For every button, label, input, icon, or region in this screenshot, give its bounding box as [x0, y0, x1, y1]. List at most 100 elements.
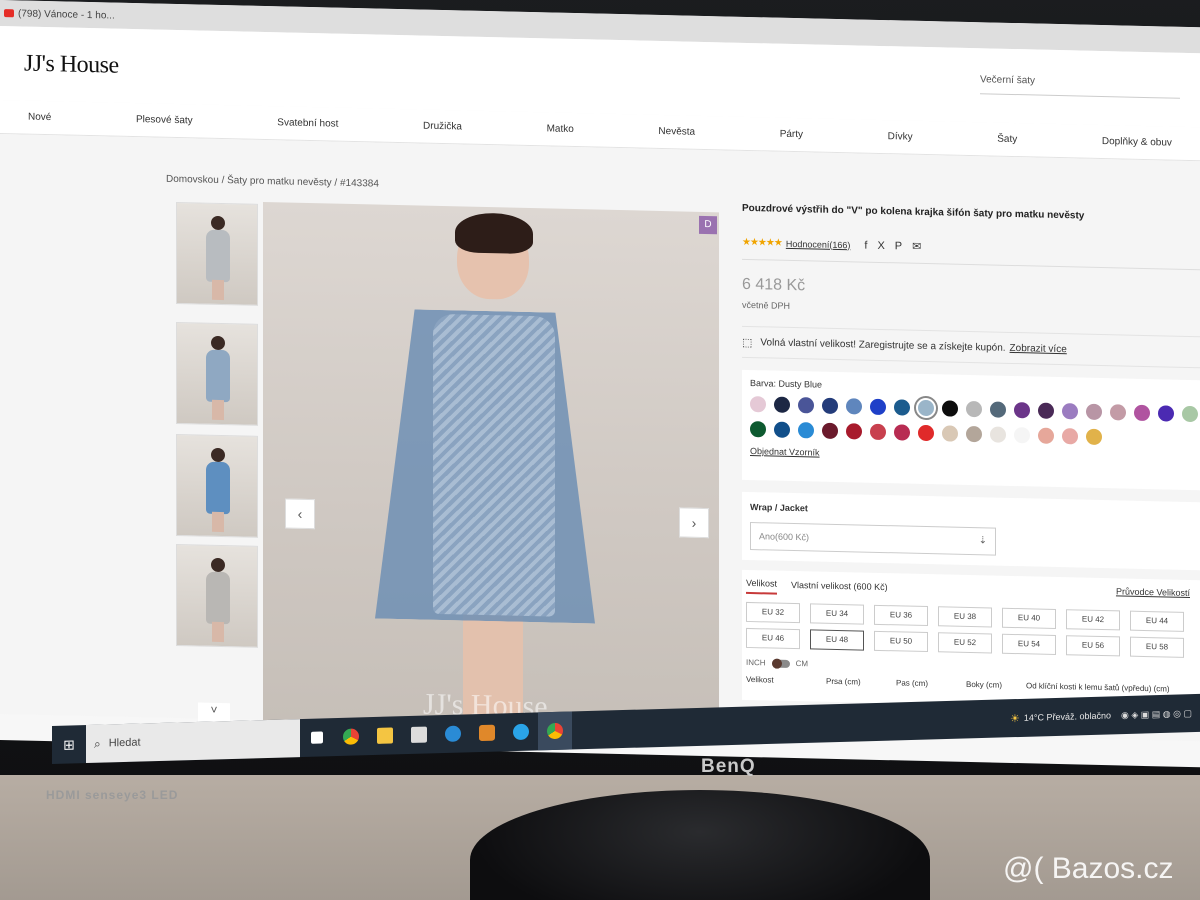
nav-item[interactable]: Nové	[28, 112, 51, 124]
color-swatch[interactable]	[894, 424, 910, 441]
color-swatch[interactable]	[822, 397, 838, 415]
color-swatch[interactable]	[798, 397, 814, 414]
color-swatch[interactable]	[914, 395, 938, 421]
color-swatch[interactable]	[966, 400, 982, 418]
color-swatch[interactable]	[1062, 428, 1078, 445]
size-button[interactable]: EU 58	[1130, 636, 1184, 658]
store-icon[interactable]	[402, 715, 436, 754]
nav-item[interactable]: Šaty	[997, 134, 1017, 145]
system-tray-icons[interactable]: ◉ ◈ ▣ ▤ ◍ ◎ ▢	[1121, 708, 1192, 721]
weather-widget[interactable]: ☀ 14°C Převáž. oblačno ◉ ◈ ▣ ▤ ◍ ◎ ▢	[1010, 706, 1200, 725]
x-icon[interactable]: X	[877, 239, 884, 251]
color-swatch[interactable]	[894, 399, 910, 416]
weather-text: 14°C Převáž. oblačno	[1023, 710, 1111, 723]
size-button[interactable]: EU 40	[1002, 607, 1056, 629]
promo-link[interactable]: Zobrazit více	[1010, 342, 1067, 354]
size-button[interactable]: EU 46	[746, 627, 800, 650]
color-swatch[interactable]	[750, 421, 766, 438]
color-swatch[interactable]	[1158, 405, 1174, 422]
chrome-icon[interactable]	[334, 717, 368, 756]
color-swatch[interactable]	[774, 396, 790, 413]
color-swatch[interactable]	[1182, 405, 1198, 423]
size-guide-link[interactable]: Průvodce Velikostí	[1116, 586, 1190, 598]
nav-item[interactable]: Matko	[547, 123, 574, 135]
edge-icon[interactable]	[436, 714, 470, 753]
email-icon[interactable]: ✉	[912, 240, 921, 253]
unit-inch[interactable]: INCH	[746, 658, 766, 667]
ie-icon[interactable]	[504, 712, 538, 751]
product-main-image[interactable]: ‹ › D JJ's House	[263, 201, 719, 733]
bazos-watermark: @( Bazos.cz	[1003, 852, 1174, 885]
task-view-icon[interactable]	[300, 718, 334, 757]
color-swatch[interactable]	[1086, 403, 1102, 421]
color-swatch[interactable]	[990, 401, 1006, 418]
color-swatch[interactable]	[990, 426, 1006, 443]
nav-item[interactable]: Nevěsta	[658, 126, 695, 138]
chevron-down-icon[interactable]: ˅	[198, 702, 230, 724]
color-swatch[interactable]	[870, 423, 886, 441]
thumbnail[interactable]	[176, 201, 258, 306]
color-swatch[interactable]	[1014, 427, 1030, 444]
size-button[interactable]: EU 54	[1002, 633, 1056, 655]
facebook-icon[interactable]: f	[864, 239, 867, 251]
tab-size[interactable]: Velikost	[746, 577, 778, 595]
thumbnail[interactable]	[176, 433, 258, 538]
browser-tab-title[interactable]: (798) Vánoce - 1 ho...	[18, 8, 115, 21]
color-swatch[interactable]	[966, 425, 982, 443]
color-swatch[interactable]	[1038, 402, 1054, 419]
color-swatch[interactable]	[1110, 404, 1126, 421]
nav-item[interactable]: Párty	[780, 129, 803, 141]
search-input[interactable]: Večerní šaty	[980, 66, 1180, 99]
unit-cm[interactable]: CM	[796, 659, 808, 668]
size-button[interactable]: EU 50	[874, 630, 928, 653]
color-swatch[interactable]	[822, 422, 838, 440]
nav-item[interactable]: Družička	[423, 121, 462, 133]
nav-item[interactable]: Doplňky & obuv	[1102, 136, 1172, 149]
nav-item[interactable]: Svatební host	[277, 117, 338, 129]
size-button[interactable]: EU 32	[746, 601, 800, 624]
color-swatch[interactable]	[1014, 402, 1030, 419]
size-button[interactable]: EU 36	[874, 604, 928, 627]
col-header: Velikost	[746, 674, 774, 685]
pinterest-icon[interactable]: P	[895, 240, 902, 252]
size-button[interactable]: EU 52	[938, 632, 992, 654]
color-swatch[interactable]	[750, 396, 766, 413]
thumbnail[interactable]	[176, 543, 258, 648]
color-swatch[interactable]	[846, 398, 862, 415]
size-button[interactable]: EU 44	[1130, 610, 1184, 632]
media-player-icon[interactable]	[470, 713, 504, 752]
color-swatch[interactable]	[870, 398, 886, 416]
windows-start-icon[interactable]: ⊞	[52, 725, 86, 764]
site-logo[interactable]: JJ's House	[24, 50, 119, 79]
size-button[interactable]: EU 38	[938, 606, 992, 628]
color-swatch[interactable]	[918, 424, 934, 442]
tab-custom-size[interactable]: Vlastní velikost (600 Kč)	[791, 580, 888, 596]
unit-toggle[interactable]	[771, 659, 790, 668]
chevron-left-icon[interactable]: ‹	[285, 498, 315, 530]
color-swatch[interactable]	[942, 400, 958, 417]
nav-item[interactable]: Plesové šaty	[136, 114, 193, 126]
color-swatch[interactable]	[942, 425, 958, 442]
color-swatch[interactable]	[1134, 404, 1150, 422]
color-swatch[interactable]	[846, 423, 862, 440]
size-table-header: Velikost Prsa (cm) Pas (cm) Boky (cm) Od…	[746, 675, 1196, 694]
reviews-link[interactable]: Hodnocení(166)	[786, 238, 851, 249]
taskbar-search[interactable]: ⌕ Hledat	[86, 719, 300, 764]
chrome-active-icon[interactable]	[538, 711, 572, 751]
size-button[interactable]: EU 34	[810, 603, 864, 625]
color-swatch[interactable]	[1038, 427, 1054, 444]
chevron-right-icon[interactable]: ›	[679, 507, 709, 539]
thumbnail[interactable]	[176, 321, 258, 426]
color-swatch[interactable]	[1062, 403, 1078, 420]
wrap-label: Wrap / Jacket	[750, 502, 808, 514]
color-swatch[interactable]	[774, 421, 790, 438]
nav-item[interactable]: Dívky	[888, 131, 913, 143]
color-swatch[interactable]	[1086, 428, 1102, 446]
file-explorer-icon[interactable]	[368, 716, 402, 755]
wrap-select[interactable]: Ano(600 Kč) ⇣	[750, 522, 996, 556]
size-button[interactable]: EU 42	[1066, 609, 1120, 631]
color-swatch[interactable]	[798, 422, 814, 439]
size-button[interactable]: EU 48	[810, 629, 864, 651]
breadcrumb[interactable]: Domovskou / Šaty pro matku nevěsty / #14…	[166, 174, 379, 190]
size-button[interactable]: EU 56	[1066, 635, 1120, 657]
